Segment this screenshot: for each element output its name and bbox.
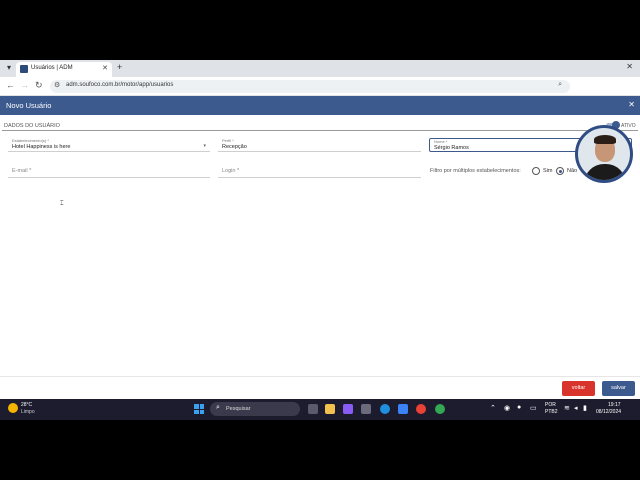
back-button[interactable]: voltar (562, 381, 595, 396)
tab-title: Usuários | ADM (31, 65, 73, 71)
profile-value: Recepção (222, 144, 247, 150)
multi-filter-label: Filtro por múltiplos estabelecimentos: (430, 168, 521, 174)
microphone-icon[interactable]: ● (517, 404, 521, 411)
clock-date[interactable]: 08/12/2024 (596, 409, 621, 415)
page-title: Novo Usuário (6, 101, 52, 110)
search-label: Pesquisar (226, 406, 251, 412)
windows-start-icon[interactable] (194, 404, 204, 414)
weather-temp[interactable]: 28°C (21, 402, 32, 408)
task-view-icon[interactable] (308, 404, 318, 414)
close-tab-icon[interactable]: ✕ (102, 64, 108, 72)
radio-nao[interactable] (556, 167, 564, 175)
chrome-icon[interactable] (416, 404, 426, 414)
webcam-overlay (575, 125, 633, 183)
section-title: DADOS DO USUÁRIO (4, 123, 60, 129)
email-field[interactable]: E-mail * (8, 164, 210, 178)
lang-line1[interactable]: POR (545, 402, 556, 408)
weather-desc[interactable]: Limpo (21, 409, 35, 415)
browser-tab-strip: ▾ Usuários | ADM ✕ + ✕ (0, 60, 640, 77)
lang-line2[interactable]: PTB2 (545, 409, 558, 415)
login-placeholder: Login * (222, 168, 240, 174)
name-label: Nome * (434, 139, 448, 144)
tab-search-icon[interactable]: ▾ (4, 63, 14, 73)
radio-sim-label[interactable]: Sim (543, 168, 552, 174)
footer-divider (0, 376, 640, 377)
webcam-person-hair (594, 135, 616, 144)
tray-app-icon[interactable]: ◉ (504, 404, 510, 412)
radio-sim[interactable] (532, 167, 540, 175)
email-placeholder: E-mail * (12, 168, 32, 174)
profile-label: Perfil * (222, 138, 234, 143)
radio-nao-label[interactable]: Não (567, 168, 577, 174)
weather-sun-icon[interactable] (8, 403, 18, 413)
login-field[interactable]: Login * (218, 164, 421, 178)
app-header: Novo Usuário ✕ (0, 96, 640, 115)
edge-icon[interactable] (380, 404, 390, 414)
taskbar-search[interactable]: ⌕ Pesquisar (210, 402, 300, 416)
chrome-profile-icon[interactable] (435, 404, 445, 414)
reload-icon[interactable]: ↻ (35, 80, 43, 91)
window-close-icon[interactable]: ✕ (626, 62, 633, 71)
save-button[interactable]: salvar (602, 381, 635, 396)
address-bar: ← → ↻ ⚙ adm.soufoco.com.br/motor/app/usu… (0, 77, 640, 96)
mouse-cursor-icon: ⌶ (60, 201, 64, 207)
forward-arrow-icon[interactable]: → (20, 80, 29, 90)
chevron-down-icon[interactable]: ▾ (203, 143, 206, 149)
browser-tab[interactable]: Usuários | ADM ✕ (16, 62, 112, 77)
zoom-icon[interactable]: ⌕ (558, 81, 562, 89)
tray-window-icon[interactable]: ▭ (530, 404, 537, 412)
battery-icon[interactable]: ▮ (583, 404, 587, 412)
section-divider (2, 130, 638, 131)
webcam-person-body (584, 164, 626, 180)
close-icon[interactable]: ✕ (628, 100, 635, 109)
profile-select[interactable]: Perfil * Recepção (218, 138, 421, 152)
favicon-icon (20, 65, 28, 73)
establishment-select[interactable]: Estabelecimento(s) * Hotel Happiness is … (8, 138, 210, 152)
file-explorer-icon[interactable] (325, 404, 335, 414)
search-icon: ⌕ (216, 404, 220, 411)
url-field[interactable]: ⚙ adm.soufoco.com.br/motor/app/usuarios … (50, 80, 570, 93)
taskbar: 28°C Limpo ⌕ Pesquisar ⌃ ◉ ● ▭ POR PTB2 … (0, 399, 640, 420)
active-toggle-label: ATIVO (621, 123, 636, 129)
copilot-icon[interactable] (343, 404, 353, 414)
new-tab-icon[interactable]: + (117, 62, 122, 72)
establishment-value: Hotel Happiness is here (12, 144, 71, 150)
volume-icon[interactable]: ◂ (574, 404, 578, 412)
tray-chevron-up-icon[interactable]: ⌃ (490, 404, 496, 412)
screen: ▾ Usuários | ADM ✕ + ✕ ← → ↻ ⚙ adm.soufo… (0, 60, 640, 420)
site-info-icon[interactable]: ⚙ (54, 81, 60, 89)
wifi-icon[interactable]: ≋ (564, 404, 570, 412)
app-icon[interactable] (398, 404, 408, 414)
clock-time[interactable]: 19:17 (608, 402, 621, 408)
establishment-label: Estabelecimento(s) * (12, 138, 49, 143)
store-icon[interactable] (361, 404, 371, 414)
name-value: Sérgio Ramos (434, 145, 469, 151)
url-text: adm.soufoco.com.br/motor/app/usuarios (66, 82, 174, 88)
back-arrow-icon[interactable]: ← (6, 80, 15, 90)
